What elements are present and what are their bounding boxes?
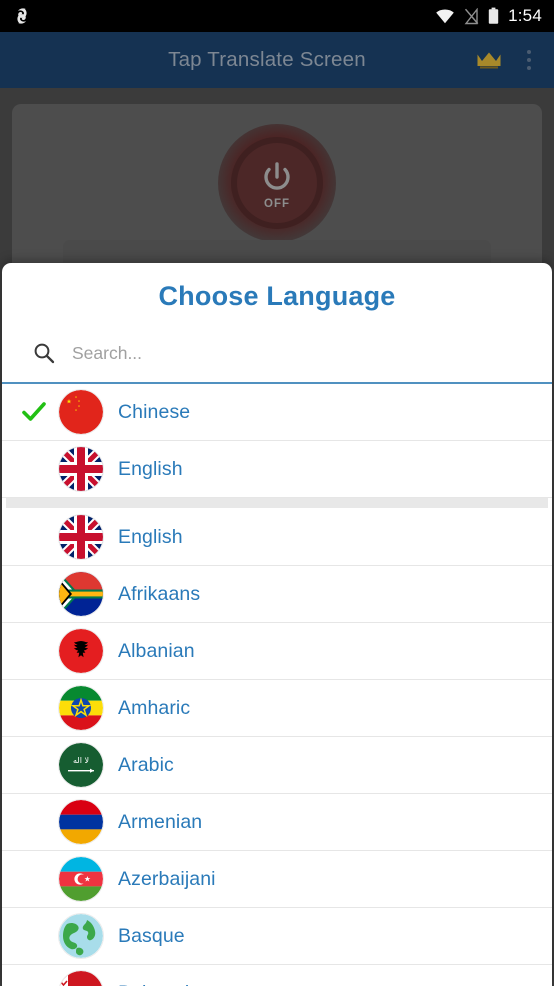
flag-slot: [52, 390, 110, 434]
flag-globe: [59, 914, 103, 958]
flag-slot: [52, 857, 110, 901]
language-label: Azerbaijani: [118, 867, 216, 890]
power-button[interactable]: OFF: [218, 124, 336, 242]
language-row[interactable]: لا اله Arabic: [2, 737, 552, 794]
flag-slot: [52, 447, 110, 491]
flag-belarus: [59, 971, 103, 986]
language-label: Armenian: [118, 810, 203, 833]
app-logo-icon: [17, 8, 27, 24]
language-row[interactable]: Afrikaans: [2, 566, 552, 623]
status-app-logo: [12, 6, 32, 26]
search-input[interactable]: [60, 342, 542, 364]
app-screen: 1:54 Tap Translate Screen OFF Choose Lan…: [0, 0, 554, 986]
language-label: Amharic: [118, 696, 191, 719]
signal-off-icon: [464, 7, 479, 24]
wifi-icon: [436, 9, 454, 24]
language-row[interactable]: English: [2, 441, 552, 498]
svg-text:لا اله: لا اله: [73, 756, 89, 765]
flag-uk: [59, 447, 103, 491]
status-clock: 1:54: [508, 6, 542, 25]
app-bar-actions: [474, 43, 554, 77]
flag-china: [59, 390, 103, 434]
flag-slot: [52, 515, 110, 559]
status-icons: 1:54: [435, 6, 542, 26]
app-bar-title: Tap Translate Screen: [168, 48, 366, 71]
language-row[interactable]: Basque: [2, 908, 552, 965]
flag-south-africa: [59, 572, 103, 616]
language-label: Arabic: [118, 753, 174, 776]
dialog-title: Choose Language: [158, 281, 396, 311]
crown-icon[interactable]: [474, 45, 504, 75]
flag-azerbaijan: [59, 857, 103, 901]
power-icon: [264, 161, 290, 190]
language-row[interactable]: Belarusian: [2, 965, 552, 986]
language-label: Basque: [118, 924, 185, 947]
check-icon: [22, 402, 46, 421]
power-state-label: OFF: [264, 197, 290, 210]
choose-language-dialog: Choose Language Chinese English English Afr…: [2, 263, 552, 986]
flag-slot: [52, 686, 110, 730]
power-button-ring: OFF: [231, 137, 323, 229]
status-bar: 1:54: [0, 0, 554, 32]
language-row[interactable]: English: [2, 509, 552, 566]
flag-saudi-arabia: لا اله: [59, 743, 103, 787]
language-label: Albanian: [118, 639, 195, 662]
flag-albania: [59, 629, 103, 673]
search-icon: [32, 341, 60, 365]
power-button-wrap: OFF: [0, 124, 554, 242]
flag-slot: لا اله: [52, 743, 110, 787]
app-bar: Tap Translate Screen: [0, 32, 554, 88]
language-label: English: [118, 525, 183, 548]
flag-slot: [52, 971, 110, 986]
language-label: Afrikaans: [118, 582, 201, 605]
language-list[interactable]: Chinese English English Afrikaans Albanian Am…: [2, 384, 552, 986]
flag-ethiopia: [59, 686, 103, 730]
language-row[interactable]: Armenian: [2, 794, 552, 851]
language-row[interactable]: Azerbaijani: [2, 851, 552, 908]
language-label: Belarusian: [110, 982, 552, 986]
selected-check-slot: [16, 399, 52, 425]
language-row[interactable]: Amharic: [2, 680, 552, 737]
language-row[interactable]: Albanian: [2, 623, 552, 680]
flag-uk: [59, 515, 103, 559]
battery-icon: [488, 7, 499, 24]
flag-slot: [52, 629, 110, 673]
search-row[interactable]: [2, 324, 552, 382]
language-label: English: [118, 457, 183, 480]
flag-slot: [52, 572, 110, 616]
list-section-divider: [6, 498, 548, 509]
overflow-menu-icon[interactable]: [518, 43, 540, 77]
flag-armenia: [59, 800, 103, 844]
language-row[interactable]: Chinese: [2, 384, 552, 441]
flag-slot: [52, 914, 110, 958]
language-label: Chinese: [118, 400, 191, 423]
flag-slot: [52, 800, 110, 844]
